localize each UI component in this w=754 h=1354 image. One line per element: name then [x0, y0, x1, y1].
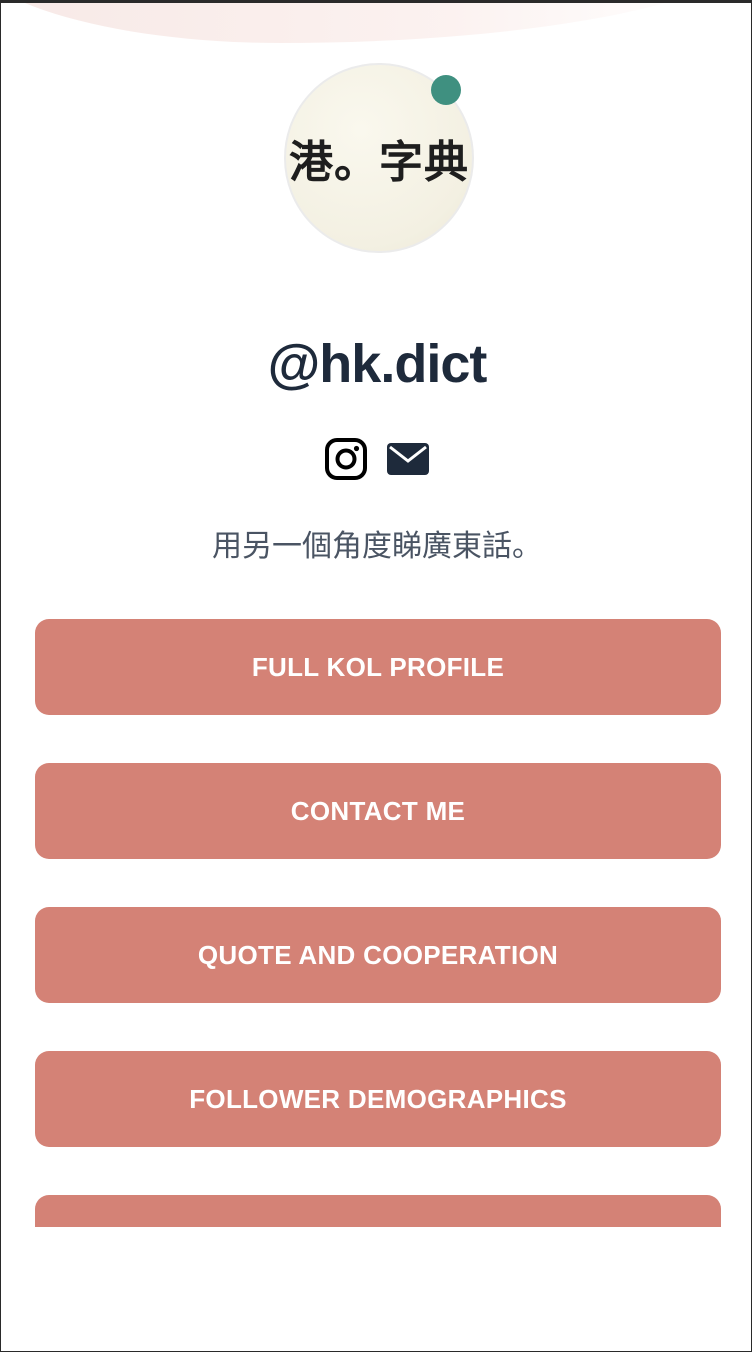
bottom-area	[1, 1227, 751, 1351]
contact-me-button[interactable]: CONTACT ME	[35, 763, 721, 859]
page-frame: 港。字典 @hk.dict 用另一個角度睇廣東話。 FULL KOL PROFI…	[0, 0, 752, 1352]
quote-and-cooperation-button[interactable]: QUOTE AND COOPERATION	[35, 907, 721, 1003]
social-links	[1, 437, 751, 481]
profile-username: @hk.dict	[267, 334, 488, 394]
online-status-dot	[431, 75, 461, 105]
instagram-link[interactable]	[324, 437, 368, 481]
email-link[interactable]	[386, 437, 430, 481]
profile-bio: 用另一個角度睇廣東話。	[212, 529, 542, 564]
full-kol-profile-button[interactable]: FULL KOL PROFILE	[35, 619, 721, 715]
header-decoration	[1, 3, 751, 43]
partially-visible-button[interactable]	[35, 1195, 721, 1227]
avatar-logo-text: 港。字典	[289, 137, 469, 188]
avatar-container: 港。字典	[284, 63, 474, 253]
follower-demographics-button[interactable]: FOLLOWER DEMOGRAPHICS	[35, 1051, 721, 1147]
envelope-icon	[387, 443, 429, 475]
instagram-icon	[325, 438, 367, 480]
